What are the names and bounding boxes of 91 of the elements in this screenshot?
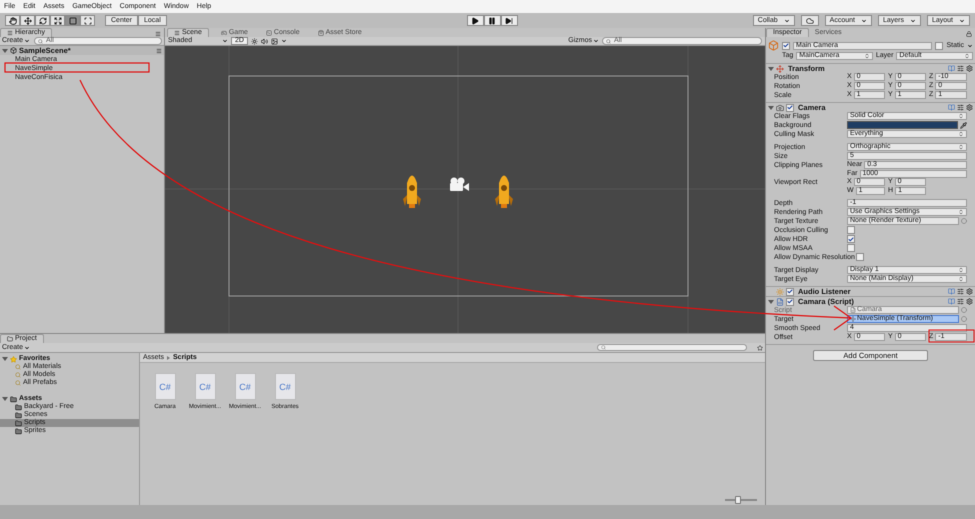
highlight-frame [928,330,974,342]
caret-icon [222,38,228,44]
checkbox[interactable] [847,235,855,243]
search-icon [15,372,21,378]
star-icon [10,356,17,362]
search-icon [15,364,21,370]
move-icon [850,316,856,322]
search-icon [601,345,606,350]
expand-triangle[interactable] [768,106,774,110]
pause-icon [488,16,496,24]
sun-icon[interactable] [250,38,258,44]
search-field[interactable] [597,344,747,351]
caret-icon [24,344,30,350]
checkbox[interactable] [847,226,855,234]
checkbox[interactable] [786,298,794,306]
tool-button[interactable] [50,15,65,26]
sliders-icon[interactable] [957,288,964,295]
script-icon [850,307,856,313]
playback-button[interactable] [484,15,501,26]
image-icon[interactable] [270,38,278,44]
caret-icon [910,18,916,24]
step-icon [505,16,514,24]
caret-icon [967,42,973,48]
rocket-drawing [495,176,513,208]
sliders-icon[interactable] [957,298,964,305]
settings-icon[interactable] [966,104,973,111]
sun-icon [776,288,784,296]
expand-triangle[interactable] [2,48,8,52]
cloud-button[interactable] [800,15,819,26]
speaker-icon[interactable] [260,38,268,44]
tool-button[interactable] [5,15,20,26]
sliders-icon[interactable] [957,65,964,72]
caret-icon [280,38,287,44]
lock-icon[interactable] [966,31,972,37]
caret-icon [959,18,965,24]
checkbox[interactable] [935,42,944,50]
scan-icon [84,16,92,24]
camera-icon [776,104,784,112]
hand-icon [8,16,16,24]
list-icon [7,30,13,36]
bag-icon [318,30,324,36]
slider-thumb[interactable] [734,496,741,504]
settings-icon[interactable] [966,288,973,295]
expand-triangle[interactable] [768,300,774,304]
sliders-icon[interactable] [957,104,964,111]
settings-icon[interactable] [966,298,973,305]
playback-button[interactable] [466,15,484,26]
terminal-icon [266,30,272,36]
menu-icon[interactable] [156,48,162,54]
move-icon [776,64,784,72]
checkbox[interactable] [786,104,794,112]
eyedropper-icon[interactable] [960,122,967,128]
caret-icon [860,18,867,24]
rocket-drawing [403,176,421,208]
folder-icon [7,336,13,342]
tool-button[interactable] [35,15,50,26]
search-icon [606,38,611,44]
checkbox[interactable] [856,253,864,261]
script-file-icon[interactable]: C# [234,373,256,400]
caret-icon [24,38,30,44]
star-icon[interactable] [757,344,763,350]
list-icon [174,30,180,36]
script-icon [776,298,784,306]
cube-icon [10,47,17,54]
color-swatch[interactable] [847,121,958,129]
search-icon [15,380,21,386]
script-file-icon[interactable]: C# [194,373,216,400]
cloud-icon [806,16,814,24]
menu-icon[interactable] [155,31,161,37]
tool-button[interactable] [20,15,35,26]
script-file-icon[interactable]: C# [154,373,176,400]
move-icon [24,16,32,24]
rotate-icon [38,16,46,24]
square-icon [68,16,76,24]
script-file-icon[interactable]: C# [274,373,296,400]
expand-icon [54,16,62,24]
checkbox[interactable] [782,42,790,50]
tool-button[interactable] [80,15,95,26]
search-icon [38,38,44,44]
expand-triangle[interactable] [768,66,774,70]
separator-icon [167,356,170,360]
caret-icon [784,18,790,24]
checkbox[interactable] [786,288,794,296]
gamepad-icon [220,30,227,36]
settings-icon[interactable] [966,65,973,72]
playback-button[interactable] [500,15,518,26]
checkbox[interactable] [847,244,855,252]
cube-icon [768,40,779,51]
caret-icon [593,38,599,44]
play-icon [471,16,480,24]
camera-icon [450,178,469,191]
